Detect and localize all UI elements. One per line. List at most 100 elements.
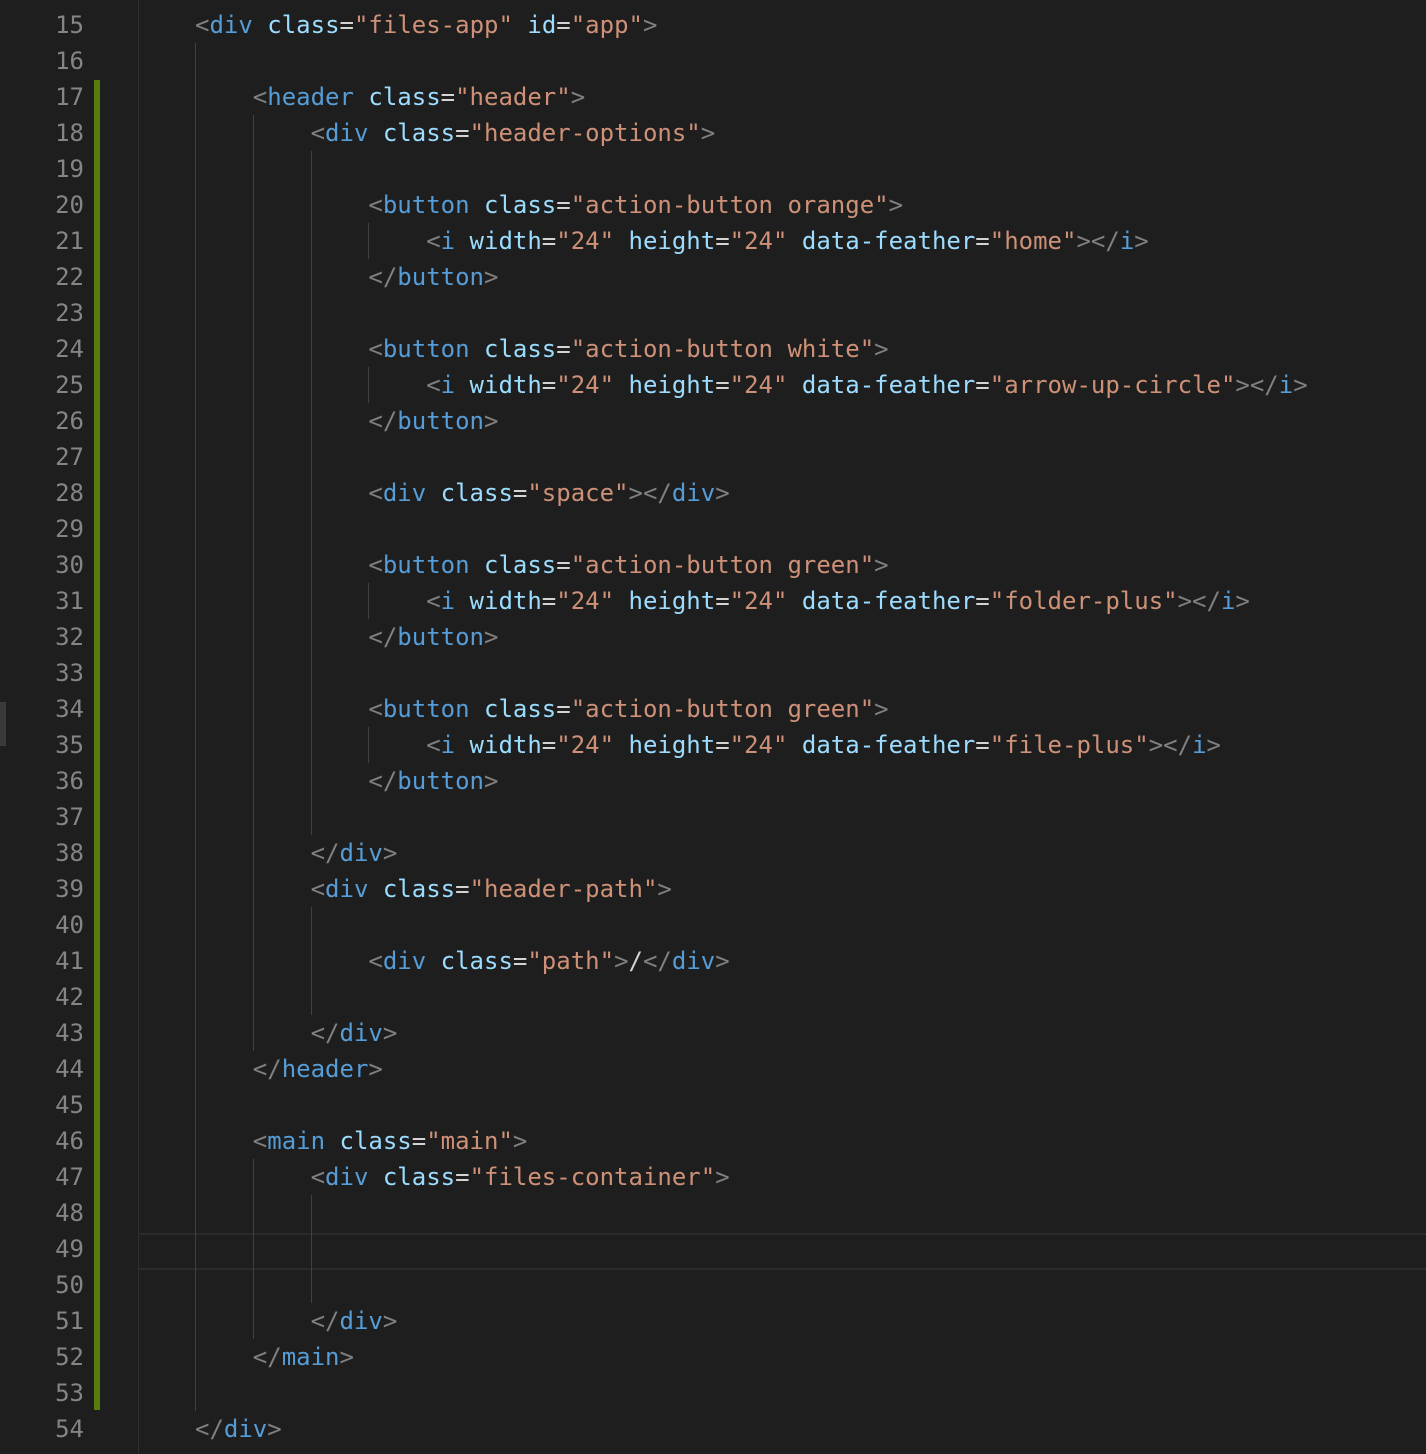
- token-tag: i: [1220, 587, 1236, 615]
- line-number: 49: [55, 1235, 84, 1263]
- indent-guide: [368, 727, 370, 763]
- code-line[interactable]: <div class="header-options">: [311, 115, 716, 151]
- token-punct: <: [310, 875, 326, 903]
- line-number: 41: [55, 947, 84, 975]
- token-str: "files-app": [353, 11, 513, 39]
- indent-guide: [195, 43, 196, 1411]
- code-line[interactable]: <div class="path">/</div>: [368, 943, 729, 979]
- token-eq: =: [556, 191, 571, 219]
- token-attr: class: [368, 83, 441, 111]
- token-attr: width: [469, 731, 542, 759]
- token-tag: div: [325, 875, 369, 903]
- line-number: 15: [55, 11, 84, 39]
- code-line[interactable]: <button class="action-button orange">: [368, 187, 903, 223]
- indent-guide: [368, 223, 370, 259]
- line-number: 34: [55, 695, 84, 723]
- token-punct: </: [368, 407, 398, 435]
- line-number: 20: [55, 191, 84, 219]
- token-punct: >: [382, 1307, 398, 1335]
- code-line[interactable]: </button>: [368, 403, 498, 439]
- token-eq: =: [440, 83, 456, 111]
- token-attr: height: [628, 227, 716, 255]
- code-line[interactable]: </button>: [368, 763, 498, 799]
- token-str: "file-plus": [989, 731, 1149, 759]
- code-line[interactable]: </main>: [253, 1339, 354, 1375]
- token-punct: >: [1206, 731, 1221, 759]
- token-tag: div: [325, 119, 369, 147]
- indent-guide: [310, 151, 312, 835]
- line-number: 30: [55, 551, 84, 579]
- token-punct: >: [512, 1127, 528, 1155]
- code-line[interactable]: </button>: [368, 619, 498, 655]
- line-number: 45: [55, 1091, 84, 1119]
- code-line[interactable]: <div class="files-app" id="app">: [195, 7, 657, 43]
- line-number: 39: [55, 875, 84, 903]
- token-attr: class: [267, 11, 340, 39]
- code-line[interactable]: <button class="action-button white">: [368, 331, 888, 367]
- token-eq: =: [715, 587, 730, 615]
- token-tag: div: [671, 479, 716, 507]
- code-line[interactable]: </button>: [368, 259, 498, 295]
- code-line[interactable]: <button class="action-button green">: [368, 691, 888, 727]
- code-line[interactable]: <div class="header-path">: [311, 871, 672, 907]
- token-attr: class: [440, 479, 513, 507]
- token-eq: =: [975, 227, 990, 255]
- line-number: 21: [55, 227, 84, 255]
- line-number: 28: [55, 479, 84, 507]
- code-line[interactable]: </div>: [311, 1015, 398, 1051]
- code-line[interactable]: </div>: [195, 1411, 282, 1447]
- code-line[interactable]: <main class="main">: [253, 1123, 528, 1159]
- token-punct: </: [252, 1055, 282, 1083]
- token-punct: >: [368, 1055, 383, 1083]
- code-line[interactable]: <button class="action-button green">: [368, 547, 888, 583]
- code-line[interactable]: <i width="24" height="24" data-feather="…: [426, 367, 1307, 403]
- code-line[interactable]: </div>: [311, 835, 398, 871]
- token-punct: <: [368, 695, 383, 723]
- token-eq: =: [455, 1163, 470, 1191]
- indent-guide: [310, 907, 312, 1015]
- code-line[interactable]: <i width="24" height="24" data-feather="…: [426, 223, 1149, 259]
- code-line[interactable]: <div class="space"></div>: [368, 475, 729, 511]
- line-number: 32: [55, 623, 84, 651]
- indent-guide: [252, 115, 254, 1051]
- code-line[interactable]: <header class="header">: [253, 79, 585, 115]
- token-str: "path": [527, 947, 615, 975]
- token-punct: >: [888, 191, 904, 219]
- token-attr: class: [484, 191, 557, 219]
- line-number: 52: [55, 1343, 84, 1371]
- token-str: "action-button green": [570, 695, 875, 723]
- code-line[interactable]: <div class="files-container">: [311, 1159, 730, 1195]
- indent-guide: [310, 1195, 312, 1303]
- token-tag: i: [440, 587, 456, 615]
- line-number-gutter[interactable]: 15 16 17 18 19 20 21 22 23 24 25 26 27 28 29 30 31 32 33 34…: [0, 0, 139, 1454]
- token-attr: class: [382, 1163, 456, 1191]
- current-line-highlight: [138, 1233, 1426, 1270]
- code-line[interactable]: </div>: [311, 1303, 398, 1339]
- code-line[interactable]: <i width="24" height="24" data-feather="…: [426, 583, 1250, 619]
- token-punct: >: [700, 119, 716, 147]
- token-punct: <: [310, 1163, 326, 1191]
- code-editor[interactable]: 15 16 17 18 19 20 21 22 23 24 25 26 27 28 29 30 31 32 33 34…: [0, 0, 1426, 1454]
- token-tag: header: [281, 1055, 369, 1083]
- token-eq: =: [715, 731, 730, 759]
- token-punct: ></: [1235, 371, 1279, 399]
- token-tag: i: [440, 731, 456, 759]
- token-punct: >: [1293, 371, 1308, 399]
- token-punct: ></: [1177, 587, 1221, 615]
- token-eq: =: [541, 371, 557, 399]
- code-line[interactable]: </header>: [253, 1051, 383, 1087]
- line-number: 17: [55, 83, 84, 111]
- code-line[interactable]: <i width="24" height="24" data-feather="…: [426, 727, 1221, 763]
